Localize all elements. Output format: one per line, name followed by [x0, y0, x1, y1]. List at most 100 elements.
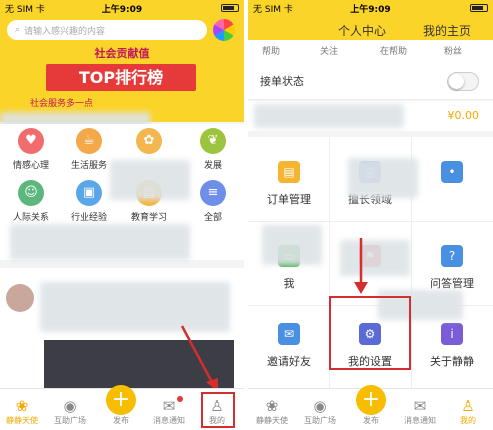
bottom-tab-bar: ❀ 静静天使 ◉ 互助广场 + 发布 ✉ 消息通知 ♙ 我的 [248, 385, 493, 430]
grid-item-about[interactable]: i 关于静静 [412, 323, 492, 369]
personal-center-screen: 无 SIM 卡 上午9:09 个人中心 我的主页 帮助 关注 在帮助 粉丝 接单… [248, 0, 493, 430]
blank-icon: • [441, 161, 463, 183]
color-wheel-icon[interactable] [213, 19, 235, 41]
blurred-region [348, 158, 418, 198]
plus-icon[interactable]: + [356, 385, 386, 415]
grid-label: 问答管理 [430, 277, 474, 290]
highlight-box [201, 392, 235, 428]
cup-icon: ☕ [76, 128, 102, 154]
stat-label: 在帮助 [380, 47, 408, 57]
tab-mutual-help-square[interactable]: ◉ 互助广场 [298, 397, 342, 426]
tab-my-homepage[interactable]: 我的主页 [423, 22, 471, 39]
stat-label: 帮助 [262, 47, 281, 57]
balance-value: ¥0.00 [447, 109, 480, 122]
category-label: 行业经验 [70, 213, 107, 223]
category-item[interactable]: ▣ 行业经验 [62, 180, 116, 223]
blurred-region [262, 225, 322, 265]
tab-label: 消息通知 [153, 416, 185, 425]
grid-item-qa-management[interactable]: ? 问答管理 [412, 245, 492, 291]
tab-label: 静静天使 [256, 416, 288, 425]
search-icon: ⌕ [15, 25, 21, 35]
order-status-row: 接单状态 [248, 62, 493, 100]
order-status-toggle[interactable] [447, 72, 479, 91]
status-bar: 无 SIM 卡 上午9:09 [0, 0, 244, 16]
category-item[interactable]: ♥ 情感心理 [4, 128, 58, 171]
category-item[interactable]: ≡ 全部 [186, 180, 240, 223]
blurred-region [10, 224, 190, 260]
grid-item-order-management[interactable]: ▤ 订单管理 [249, 161, 329, 207]
leaf-icon: ❦ [200, 128, 226, 154]
tab-label: 发布 [363, 416, 379, 425]
grid-item-blank[interactable]: • [412, 161, 492, 191]
clock: 上午9:09 [350, 4, 391, 15]
search-placeholder: 请输入感兴趣的内容 [24, 26, 106, 37]
blurred-region [110, 160, 190, 200]
grid-label: 关于静静 [430, 355, 474, 368]
home-screen: 无 SIM 卡 上午9:09 ⌕ 请输入感兴趣的内容 社会贡献值 TOP排行榜 … [0, 0, 244, 430]
category-label: 发展 [203, 161, 222, 171]
annotation-arrow [354, 238, 368, 294]
banner-subtitle: 社会贡献值 [94, 47, 150, 60]
category-item[interactable]: ☕ 生活服务 [62, 128, 116, 171]
battery-icon [470, 4, 488, 12]
tab-personal-center[interactable]: 个人中心 [338, 22, 386, 39]
info-icon: i [441, 323, 463, 345]
top-banner-area: 无 SIM 卡 上午9:09 ⌕ 请输入感兴趣的内容 社会贡献值 TOP排行榜 … [0, 0, 244, 122]
grid-label: 邀请好友 [267, 355, 311, 368]
tab-label: 消息通知 [404, 416, 436, 425]
category-label: 全部 [203, 213, 222, 223]
envelope-icon: ✉ [278, 323, 300, 345]
tab-label: 静静天使 [6, 416, 38, 425]
avatar[interactable] [6, 284, 34, 312]
flower-icon: ✿ [136, 128, 162, 154]
category-label: 教育学习 [130, 213, 167, 223]
search-input[interactable]: ⌕ 请输入感兴趣的内容 [7, 20, 207, 40]
broadcast-icon: ◉ [63, 397, 77, 415]
people-icon: ☺ [18, 180, 44, 206]
document-icon: ▤ [278, 161, 300, 183]
grid-label: 订单管理 [267, 193, 311, 206]
blurred-region [340, 240, 410, 276]
category-label: 生活服务 [70, 161, 107, 171]
stat-label: 粉丝 [444, 47, 463, 57]
battery-icon [221, 4, 239, 12]
stat-label: 关注 [320, 47, 339, 57]
briefcase-icon: ▣ [76, 180, 102, 206]
tab-mutual-help-square[interactable]: ◉ 互助广场 [48, 397, 92, 426]
order-status-label: 接单状态 [260, 75, 304, 88]
tab-publish[interactable]: + 发布 [349, 385, 393, 426]
category-item[interactable]: ✿ [122, 128, 176, 158]
tab-jingjing-angel[interactable]: ❀ 静静天使 [0, 397, 44, 426]
banner-title[interactable]: TOP排行榜 [46, 64, 196, 91]
tab-label: 互助广场 [304, 416, 336, 425]
stats-row: 帮助 关注 在帮助 粉丝 [248, 40, 493, 62]
category-item[interactable]: ❦ 发展 [186, 128, 240, 171]
tab-notifications[interactable]: ✉ 消息通知 [147, 396, 191, 426]
banner-footer: 社会服务多一点 [30, 99, 94, 109]
category-label: 情感心理 [12, 161, 49, 171]
person-icon: ♙ [461, 397, 475, 415]
category-label: 人际关系 [12, 213, 49, 223]
chat-icon: ✉ [413, 397, 427, 415]
grid-label: 我 [283, 277, 295, 290]
tab-jingjing-angel[interactable]: ❀ 静静天使 [250, 397, 294, 426]
menu-icon: ≡ [200, 180, 226, 206]
highlight-box [329, 296, 411, 370]
tab-mine[interactable]: ♙ 我的 [446, 397, 490, 426]
tab-publish[interactable]: + 发布 [99, 385, 143, 426]
chat-icon: ✉ [162, 397, 176, 415]
clock: 上午9:09 [101, 4, 143, 15]
blurred-region [254, 104, 404, 128]
tab-label: 互助广场 [54, 416, 86, 425]
unread-dot [177, 396, 183, 402]
tab-notifications[interactable]: ✉ 消息通知 [398, 397, 442, 426]
broadcast-icon: ◉ [313, 397, 327, 415]
category-item[interactable]: ☺ 人际关系 [4, 180, 58, 223]
qa-icon: ? [441, 245, 463, 267]
tab-label: 我的 [460, 416, 476, 425]
angel-icon: ❀ [15, 397, 29, 415]
annotation-arrow [180, 325, 218, 392]
heart-icon: ♥ [18, 128, 44, 154]
grid-item-invite-friends[interactable]: ✉ 邀请好友 [249, 323, 329, 369]
plus-icon[interactable]: + [106, 385, 136, 415]
